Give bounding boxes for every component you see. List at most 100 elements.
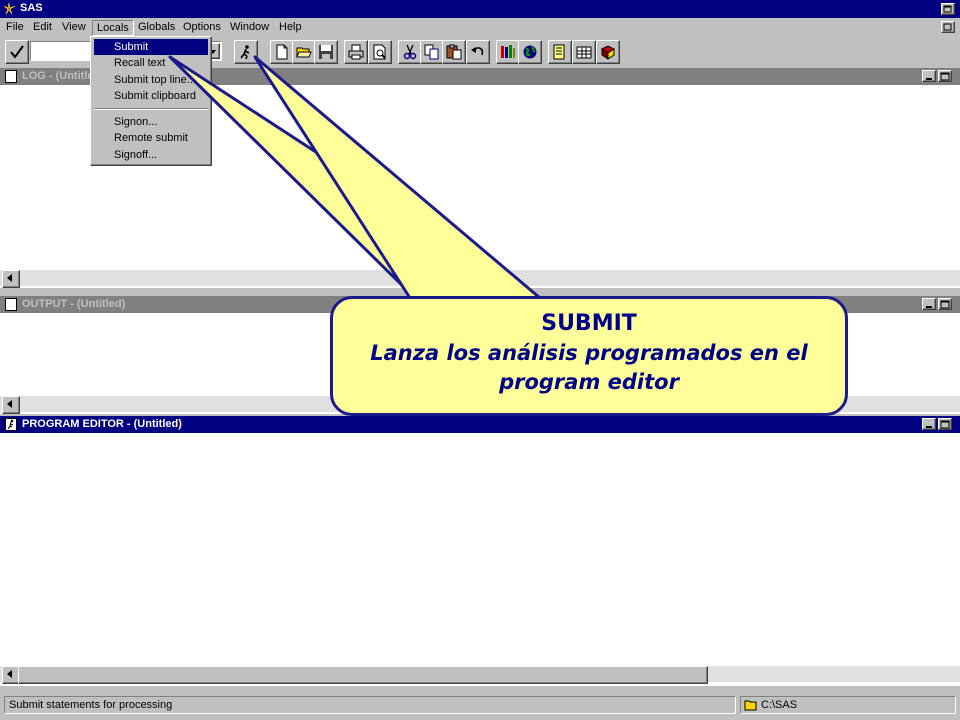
menu-item-submit-top-line[interactable]: Submit top line... bbox=[94, 72, 208, 88]
cut-icon bbox=[403, 44, 417, 60]
status-path: C:\SAS bbox=[740, 696, 956, 714]
new-button[interactable] bbox=[270, 40, 294, 64]
menu-item-submit-top-line-label: Submit top line... bbox=[114, 74, 196, 86]
menu-file[interactable]: File bbox=[2, 20, 28, 34]
menu-item-submit-label: Submit bbox=[114, 41, 149, 53]
print-preview-button[interactable] bbox=[368, 40, 392, 64]
paste-icon bbox=[446, 44, 462, 60]
menu-window-label: Window bbox=[230, 21, 270, 33]
table-icon bbox=[576, 46, 592, 59]
save-button[interactable] bbox=[314, 40, 338, 64]
maximize-icon bbox=[940, 420, 950, 429]
output-maximize-button[interactable] bbox=[938, 298, 952, 310]
restore-icon bbox=[943, 5, 952, 13]
restore-icon bbox=[943, 23, 952, 31]
library-icon bbox=[501, 45, 515, 58]
callout-body: Lanza los análisis programados en el pro… bbox=[370, 341, 808, 394]
checkmark-icon bbox=[10, 45, 24, 59]
print-icon bbox=[348, 44, 364, 60]
status-message-text: Submit statements for processing bbox=[9, 699, 173, 711]
program-editor-titlebar[interactable]: PROGRAM EDITOR - (Untitled) bbox=[0, 416, 960, 433]
program-editor-hscrollbar[interactable] bbox=[0, 666, 960, 684]
cut-button[interactable] bbox=[398, 40, 422, 64]
menu-globals-label: Globals bbox=[138, 21, 176, 33]
status-message: Submit statements for processing bbox=[4, 696, 736, 714]
status-bar: Submit statements for processing C:\SAS bbox=[0, 692, 960, 720]
menu-options[interactable]: Options bbox=[179, 20, 225, 34]
menu-item-signon[interactable]: Signon... bbox=[94, 114, 208, 130]
output-scroll-left-button[interactable] bbox=[2, 396, 20, 414]
menu-help-label: Help bbox=[279, 21, 302, 33]
output-minimize-button[interactable] bbox=[922, 298, 936, 310]
run-submit-icon bbox=[240, 45, 250, 60]
output-window-icon bbox=[5, 298, 17, 311]
menu-item-remote-submit[interactable]: Remote submit bbox=[94, 130, 208, 146]
program-editor-window-icon bbox=[5, 418, 17, 431]
arrow-left-icon bbox=[7, 400, 12, 408]
table-button[interactable] bbox=[572, 40, 596, 64]
app-title: SAS bbox=[20, 2, 43, 14]
menu-item-signoff-label: Signoff... bbox=[114, 149, 158, 161]
menu-separator bbox=[94, 108, 208, 110]
print-button[interactable] bbox=[344, 40, 368, 64]
minimize-icon bbox=[926, 78, 932, 80]
menu-locals[interactable]: Locals bbox=[92, 20, 134, 36]
undo-icon bbox=[471, 47, 484, 56]
menu-item-signoff[interactable]: Signoff... bbox=[94, 147, 208, 163]
menu-item-recall-text[interactable]: Recall text bbox=[94, 55, 208, 71]
arrow-left-icon bbox=[7, 274, 12, 282]
properties-icon bbox=[553, 44, 565, 60]
checkmark-button[interactable] bbox=[5, 40, 29, 64]
program-editor-window[interactable]: PROGRAM EDITOR - (Untitled) bbox=[0, 416, 960, 686]
menu-file-label: File bbox=[6, 21, 24, 33]
help-book-icon bbox=[601, 45, 615, 60]
menu-item-signon-label: Signon... bbox=[114, 116, 158, 128]
locals-menu: Submit Recall text Submit top line... Su… bbox=[90, 36, 212, 166]
program-editor-maximize-button[interactable] bbox=[938, 418, 952, 430]
minimize-icon bbox=[926, 306, 932, 308]
menu-options-label: Options bbox=[183, 21, 221, 33]
menu-item-recall-text-label: Recall text bbox=[114, 57, 166, 69]
menu-locals-label: Locals bbox=[97, 22, 129, 34]
maximize-icon bbox=[940, 72, 950, 81]
log-hscrollbar[interactable] bbox=[0, 270, 960, 288]
app-title-bar: SAS bbox=[0, 0, 960, 18]
status-path-text: C:\SAS bbox=[761, 699, 798, 711]
globe-icon bbox=[523, 45, 537, 59]
open-button[interactable] bbox=[292, 40, 316, 64]
explorer-button[interactable] bbox=[518, 40, 542, 64]
menubar-restore-button[interactable] bbox=[941, 21, 955, 33]
menu-globals[interactable]: Globals bbox=[134, 20, 179, 34]
help-book-button[interactable] bbox=[596, 40, 620, 64]
menu-item-submit-clipboard-label: Submit clipboard bbox=[114, 90, 196, 102]
callout-bubble: SUBMIT Lanza los análisis programados en… bbox=[330, 296, 848, 416]
program-editor-minimize-button[interactable] bbox=[922, 418, 936, 430]
menu-view-label: View bbox=[62, 21, 86, 33]
minimize-icon bbox=[926, 426, 932, 428]
copy-icon bbox=[424, 44, 439, 60]
menu-edit[interactable]: Edit bbox=[29, 20, 56, 34]
menu-view[interactable]: View bbox=[58, 20, 90, 34]
paste-button[interactable] bbox=[442, 40, 466, 64]
undo-button[interactable] bbox=[466, 40, 490, 64]
menu-item-remote-submit-label: Remote submit bbox=[114, 132, 188, 144]
log-scroll-left-button[interactable] bbox=[2, 270, 20, 288]
program-editor-title: PROGRAM EDITOR - (Untitled) bbox=[22, 418, 182, 430]
program-editor-scroll-thumb[interactable] bbox=[18, 666, 708, 684]
menu-help[interactable]: Help bbox=[275, 20, 306, 34]
library-button[interactable] bbox=[496, 40, 520, 64]
menu-item-submit[interactable]: Submit bbox=[94, 39, 208, 55]
log-maximize-button[interactable] bbox=[938, 70, 952, 82]
menu-bar: File Edit View Locals Globals Options Wi… bbox=[0, 18, 960, 36]
menu-edit-label: Edit bbox=[33, 21, 52, 33]
submit-run-button[interactable] bbox=[234, 40, 258, 64]
open-icon bbox=[296, 47, 312, 58]
menu-item-submit-clipboard[interactable]: Submit clipboard bbox=[94, 88, 208, 104]
copy-button[interactable] bbox=[420, 40, 444, 64]
app-restore-button[interactable] bbox=[941, 3, 955, 15]
log-minimize-button[interactable] bbox=[922, 70, 936, 82]
print-preview-icon bbox=[373, 44, 386, 60]
menu-window[interactable]: Window bbox=[226, 20, 273, 34]
new-icon bbox=[276, 44, 288, 60]
properties-button[interactable] bbox=[548, 40, 572, 64]
